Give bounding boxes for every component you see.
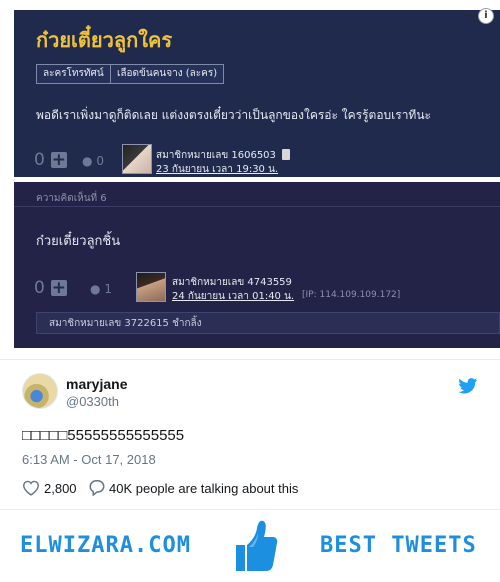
forum-post-panel: ก๋วยเตี๋ยวลูกใคร ละครโทรทัศน์ เลือดข้นคน… (14, 10, 500, 177)
vote-counter: 0 + (34, 278, 67, 298)
member-name[interactable]: สมาชิกหมายเลข 4743559 (172, 275, 292, 290)
vote-counter: 0 + (34, 150, 67, 170)
plus-icon[interactable]: + (50, 152, 67, 169)
divider (0, 359, 500, 360)
tweet-embed-card: ก๋วยเตี๋ยวลูกใคร ละครโทรทัศน์ เลือดข้นคน… (0, 0, 500, 582)
vote-count: 0 (34, 150, 45, 170)
tweet-text: □□□□□55555555555555 (22, 427, 185, 444)
tagline: BEST TWEETS (320, 533, 477, 558)
member-avatar[interactable] (122, 144, 152, 174)
post-body: พอดีเราเพิ่งมาดูก็ติดเลย แต่งงตรงเตี๋ยวว… (36, 108, 431, 122)
plus-icon[interactable]: + (50, 280, 67, 297)
comment-date[interactable]: 24 กันยายน เวลา 01:40 น. (172, 289, 294, 304)
reply-icon: ● (90, 282, 101, 296)
avatar[interactable] (22, 373, 58, 409)
comment-header: ความคิดเห็นที่ 6 (36, 193, 107, 204)
reply-preview[interactable]: สมาชิกหมายเลข 3722615 ชำกลิ้ง (36, 312, 500, 334)
twitter-bird-icon[interactable] (458, 378, 478, 394)
forum-comment-panel: ความคิดเห็นที่ 6 ก๋วยเตี๋ยวลูกชิ้น 0 + ● … (14, 182, 500, 348)
tweet-author-name[interactable]: maryjane (66, 376, 127, 392)
member-avatar[interactable] (136, 272, 166, 302)
reply-icon: ● (82, 154, 93, 168)
thumbs-up-icon (236, 520, 278, 571)
tweet-author-handle[interactable]: @0330th (66, 394, 119, 409)
post-date[interactable]: 23 กันยายน เวลา 19:30 น. (156, 162, 278, 177)
member-name[interactable]: สมาชิกหมายเลข 1606503 (156, 148, 276, 163)
speech-bubble-icon[interactable] (88, 479, 106, 496)
divider (0, 509, 500, 510)
tweet-timestamp[interactable]: 6:13 AM - Oct 17, 2018 (22, 452, 156, 467)
reply-counter: ● 1 (90, 282, 112, 296)
heart-icon[interactable] (22, 480, 40, 496)
reply-count: 0 (96, 154, 104, 168)
reply-counter: ● 0 (82, 154, 104, 168)
info-icon[interactable]: i (478, 8, 494, 24)
reply-count: 1 (104, 282, 112, 296)
divider (14, 206, 500, 207)
post-title: ก๋วยเตี๋ยวลูกใคร (36, 28, 173, 52)
comment-text: ก๋วยเตี๋ยวลูกชิ้น (36, 234, 121, 249)
brand-logo-text: ELWIZARA.COM (20, 533, 191, 558)
ip-address: [IP: 114.109.109.172] (302, 290, 401, 300)
post-tag[interactable]: ละครโทรทัศน์ (36, 64, 111, 84)
like-count[interactable]: 2,800 (44, 481, 77, 496)
post-tag[interactable]: เลือดข้นคนจาง (ละคร) (110, 64, 225, 84)
conversation-link[interactable]: 40K people are talking about this (109, 481, 298, 496)
vote-count: 0 (34, 278, 45, 298)
phone-icon (282, 149, 290, 160)
